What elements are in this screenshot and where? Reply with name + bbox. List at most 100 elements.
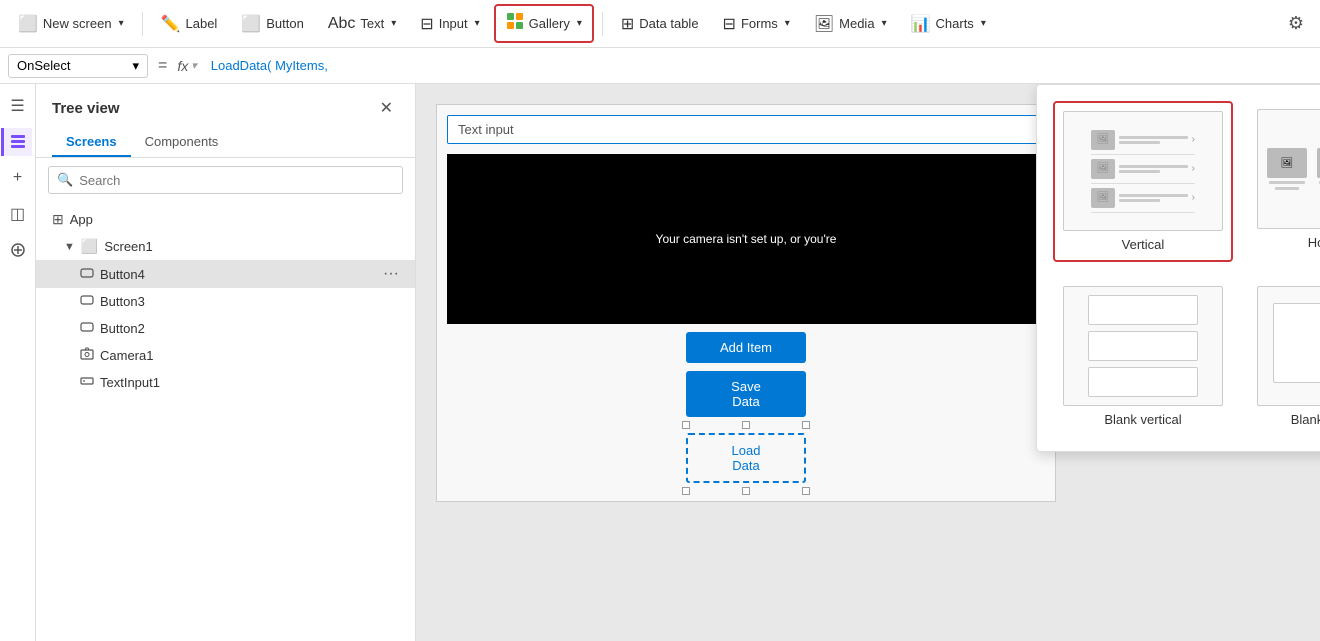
sidebar-icons: ☰ + ◫ — [0, 84, 36, 641]
gallery-thumb-vertical: 🖼 › 🖼 › 🖼 — [1063, 111, 1223, 231]
save-data-wrapper: Save Data — [437, 371, 1055, 417]
gallery-button[interactable]: Gallery ▾ — [494, 4, 594, 43]
text-input-placeholder: Text input — [458, 122, 514, 137]
label-button[interactable]: ✏️ Label — [151, 8, 228, 40]
text-icon: Abc — [328, 15, 356, 33]
handle-br[interactable] — [802, 487, 810, 495]
gallery-img-3: 🖼 — [1091, 188, 1115, 208]
gallery-thumb-horizontal: 🖼 🖼 🖼 — [1257, 109, 1320, 229]
hamburger-icon-btn[interactable]: ☰ — [4, 92, 32, 120]
save-data-button[interactable]: Save Data — [686, 371, 806, 417]
divider-1 — [142, 12, 143, 36]
handle-tl[interactable] — [682, 421, 690, 429]
screen1-icon: ⬜ — [81, 238, 98, 255]
h-img-1: 🖼 — [1267, 148, 1307, 178]
tab-screens[interactable]: Screens — [52, 128, 131, 157]
fx-label: fx — [177, 58, 188, 74]
text-input-field[interactable]: Text input — [447, 115, 1045, 144]
gallery-option-blank-vertical[interactable]: Blank vertical — [1053, 278, 1233, 435]
tree-item-textinput1[interactable]: TextInput1 — [36, 369, 415, 396]
gallery-icon — [506, 12, 524, 35]
gallery-option-blank-horizontal[interactable]: Blank horizontal — [1249, 278, 1320, 435]
forms-icon: ⊟ — [723, 14, 736, 34]
new-screen-button[interactable]: ⬜ New screen ▾ — [8, 8, 134, 40]
search-input[interactable] — [79, 173, 394, 188]
button2-label: Button2 — [100, 321, 145, 336]
text-button[interactable]: Abc Text ▾ — [318, 9, 406, 39]
button-button[interactable]: ⬜ Button — [231, 8, 314, 40]
canvas-area: Text input Your camera isn't set up, or … — [416, 84, 1320, 641]
gallery-blank-horizontal-label: Blank horizontal — [1291, 412, 1320, 427]
tree-item-screen1[interactable]: ▼ ⬜ Screen1 — [36, 233, 415, 260]
new-screen-label: New screen — [43, 16, 112, 31]
tree-items: ⊞ App ▼ ⬜ Screen1 Button4 ··· — [36, 202, 415, 641]
input-button[interactable]: ⊟ Input ▾ — [410, 8, 489, 40]
forms-button[interactable]: ⊟ Forms ▾ — [713, 8, 800, 40]
add-item-wrapper: Add Item — [437, 332, 1055, 363]
tab-components[interactable]: Components — [131, 128, 233, 157]
button4-label: Button4 — [100, 267, 145, 282]
gallery-grid: 🖼 › 🖼 › 🖼 — [1053, 101, 1320, 435]
property-value: OnSelect — [17, 58, 70, 73]
media-button[interactable]: 🖼 Media ▾ — [804, 8, 897, 40]
gallery-horizontal-label: Horizontal — [1308, 235, 1320, 250]
tree-item-app[interactable]: ⊞ App — [36, 206, 415, 233]
formula-text: LoadData( MyItems, — [211, 58, 328, 73]
data-table-icon: ⊞ — [621, 14, 634, 34]
forms-chevron: ▾ — [785, 18, 790, 29]
charts-icon: 📊 — [911, 14, 931, 34]
gallery-thumb-blank-vertical — [1063, 286, 1223, 406]
button-icon: ⬜ — [241, 14, 261, 34]
divider-2 — [602, 12, 603, 36]
tree-close-button[interactable]: ✕ — [374, 96, 399, 120]
button3-icon — [80, 293, 94, 310]
tree-panel: Tree view ✕ Screens Components 🔍 ⊞ App ▼… — [36, 84, 416, 641]
main-layout: ☰ + ◫ Tree view ✕ Screens Components 🔍 ⊞… — [0, 84, 1320, 641]
fx-button[interactable]: fx ▾ — [177, 58, 196, 74]
tree-tabs: Screens Components — [36, 128, 415, 158]
gallery-dropdown: 🖼 › 🖼 › 🖼 — [1036, 84, 1320, 452]
gallery-vertical-label: Vertical — [1122, 237, 1165, 252]
layers-icon-btn[interactable]: ◫ — [4, 200, 32, 228]
settings-icon[interactable]: ⚙ — [1280, 7, 1312, 39]
tree-item-camera1[interactable]: Camera1 — [36, 342, 415, 369]
button4-more[interactable]: ··· — [383, 265, 399, 283]
forms-label: Forms — [741, 16, 778, 31]
media-icon: 🖼 — [814, 14, 834, 34]
tree-item-button2[interactable]: Button2 — [36, 315, 415, 342]
gallery-label: Gallery — [529, 16, 570, 31]
canvas-content: Text input Your camera isn't set up, or … — [436, 104, 1056, 502]
textinput1-icon — [80, 374, 94, 391]
tree-view-icon-btn[interactable] — [1, 128, 32, 156]
data-table-label: Data table — [639, 16, 698, 31]
plugin-icon-btn[interactable] — [4, 236, 32, 264]
data-table-button[interactable]: ⊞ Data table — [611, 8, 709, 40]
add-icon-btn[interactable]: + — [4, 164, 32, 192]
handle-tc[interactable] — [742, 421, 750, 429]
add-item-button[interactable]: Add Item — [686, 332, 806, 363]
tree-title: Tree view — [52, 100, 120, 117]
input-icon: ⊟ — [420, 14, 433, 34]
camera-text: Your camera isn't set up, or you're — [656, 232, 837, 246]
app-label: App — [70, 212, 93, 227]
property-dropdown-chevron: ▾ — [132, 58, 139, 74]
screen1-expand: ▼ — [64, 241, 75, 253]
tree-item-button3[interactable]: Button3 — [36, 288, 415, 315]
label-icon: ✏️ — [161, 14, 181, 34]
load-btn-container: Load Data — [686, 425, 806, 491]
camera1-label: Camera1 — [100, 348, 153, 363]
handle-bc[interactable] — [742, 487, 750, 495]
label-label: Label — [186, 16, 218, 31]
property-dropdown[interactable]: OnSelect ▾ — [8, 54, 148, 78]
gallery-thumb-blank-horizontal — [1257, 286, 1320, 406]
handle-bl[interactable] — [682, 487, 690, 495]
gallery-option-vertical[interactable]: 🖼 › 🖼 › 🖼 — [1053, 101, 1233, 262]
input-chevron: ▾ — [475, 18, 480, 29]
charts-button[interactable]: 📊 Charts ▾ — [901, 8, 996, 40]
load-data-wrapper: Load Data — [437, 425, 1055, 491]
load-data-button[interactable]: Load Data — [686, 433, 806, 483]
handle-tr[interactable] — [802, 421, 810, 429]
gallery-option-horizontal[interactable]: 🖼 🖼 🖼 — [1249, 101, 1320, 262]
formula-input[interactable]: LoadData( MyItems, — [203, 56, 1312, 75]
tree-item-button4[interactable]: Button4 ··· — [36, 260, 415, 288]
